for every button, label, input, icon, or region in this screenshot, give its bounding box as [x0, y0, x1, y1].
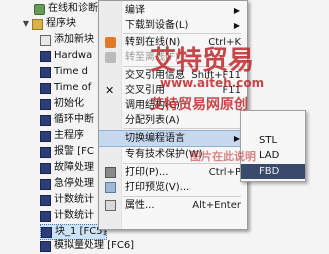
go-online-icon — [105, 37, 116, 48]
watermark-original: 艾特贸易网原创 — [150, 97, 248, 113]
menu-item-assignment-list[interactable]: 分配列表(A) — [99, 113, 247, 128]
block-icon — [40, 82, 51, 94]
tree-item-label: 计数统计 — [54, 194, 94, 205]
tree-item-block[interactable]: Time d — [40, 65, 88, 79]
tree-item-label: Time d — [54, 66, 88, 77]
tree-item-label: 模拟量处理 [FC6] — [54, 240, 135, 251]
tree-item-block[interactable]: 计数统计 — [40, 193, 94, 207]
menu-item-print-preview[interactable]: 打印预览(V)... — [99, 180, 247, 195]
cross-reference-icon: ✕ — [105, 84, 115, 97]
menu-item-label: 属性... — [125, 200, 155, 211]
tree-item-block[interactable]: 循环中断 — [40, 113, 94, 127]
block-icon — [40, 50, 51, 62]
go-offline-icon — [105, 52, 116, 63]
block-icon — [40, 210, 51, 222]
block-icon — [40, 146, 51, 158]
tree-item-label: 添加新块 — [54, 34, 94, 45]
menu-item-shortcut: Alt+Enter — [192, 200, 241, 211]
menu-item-label: 切换编程语言 — [125, 133, 185, 144]
tree-folder-label: 程序块 — [46, 18, 76, 29]
folder-icon — [32, 18, 43, 30]
menu-item-label: 分配列表(A) — [125, 115, 180, 126]
tree-item-label: 故障处理 — [54, 162, 94, 173]
tree-item-label: 在线和诊断 — [48, 3, 98, 14]
submenu-item-stl[interactable]: STL — [241, 133, 305, 148]
block-icon — [40, 98, 51, 110]
menu-separator — [123, 128, 241, 129]
tree-item-block[interactable]: 初始化 — [40, 97, 84, 111]
submenu-arrow-icon: ▶ — [233, 6, 240, 15]
menu-item-download[interactable]: 下载到设备(L) ▶ — [99, 18, 247, 33]
block-icon — [40, 178, 51, 190]
block-icon — [41, 226, 52, 238]
watermark-note: 图片在此说明 — [190, 150, 256, 163]
tree-item-label: 报警 [FC — [54, 146, 94, 157]
tree-item-block[interactable]: 故障处理 — [40, 161, 94, 175]
block-icon — [40, 66, 51, 78]
menu-item-print[interactable]: 打印(P)... Ctrl+P — [99, 165, 247, 180]
tree-item-add-block[interactable]: 添加新块 — [40, 33, 94, 47]
add-new-block-icon — [40, 34, 51, 46]
tree-item-label: 初始化 — [54, 98, 84, 109]
tree-item-block[interactable]: Time of — [40, 81, 91, 95]
block-icon — [40, 240, 51, 252]
tree-item-online-diagnostics[interactable]: 在线和诊断 — [34, 2, 98, 16]
menu-item-switch-language[interactable]: 切换编程语言 ▶ — [99, 130, 247, 147]
menu-item-shortcut: Ctrl+P — [208, 167, 241, 178]
block-icon — [40, 114, 51, 126]
tree-item-label: 循环中断 — [54, 114, 94, 125]
print-preview-icon — [105, 182, 116, 193]
block-icon — [40, 194, 51, 206]
context-menu: 编译 ▶ 下载到设备(L) ▶ 转到在线(N) Ctrl+K 转至离线(F) 交… — [98, 0, 248, 230]
menu-item-label: 下载到设备(L) — [125, 20, 189, 31]
menu-item-compile[interactable]: 编译 ▶ — [99, 3, 247, 18]
submenu-item-label: STL — [259, 135, 278, 146]
print-icon — [105, 167, 116, 178]
watermark-title: 艾特贸易 — [150, 46, 255, 76]
menu-separator — [123, 196, 241, 197]
tree-item-label: Time of — [54, 82, 92, 93]
menu-item-properties[interactable]: 属性... Alt+Enter — [99, 198, 247, 213]
watermark-url: www.aiteh.com — [160, 76, 265, 90]
menu-item-label: 打印(P)... — [125, 167, 169, 178]
online-diagnostics-icon — [34, 3, 45, 15]
tree-item-block[interactable]: 主程序 — [40, 129, 84, 143]
tree-item-label: 急停处理 — [54, 178, 94, 189]
menu-item-label: 打印预览(V)... — [125, 182, 190, 193]
tree-item-block[interactable]: 模拟量处理 [FC6] — [40, 239, 134, 253]
language-submenu: STL LAD FBD — [240, 110, 306, 182]
block-icon — [40, 130, 51, 142]
menu-separator — [123, 33, 241, 34]
submenu-item-label: FBD — [259, 166, 280, 177]
tree-item-block[interactable]: 急停处理 — [40, 177, 94, 191]
tree-item-label: 计数统计 — [54, 210, 94, 221]
tree-item-block[interactable]: 计数统计 — [40, 209, 94, 223]
block-icon — [40, 162, 51, 174]
tree-item-label: 主程序 — [54, 130, 84, 141]
tree-item-label: Hardwa — [54, 50, 93, 61]
menu-item-label: 编译 — [125, 5, 145, 16]
tree-item-block[interactable]: 报警 [FC — [40, 145, 94, 159]
tree-item-block[interactable]: Hardwa — [40, 49, 92, 63]
submenu-arrow-icon: ▶ — [233, 21, 240, 30]
tree-folder-program-blocks[interactable]: ▼ 程序块 — [22, 17, 76, 31]
submenu-item-fbd[interactable]: FBD — [241, 164, 305, 179]
properties-icon — [105, 200, 116, 211]
submenu-item-label: LAD — [259, 150, 280, 161]
collapse-arrow-icon[interactable]: ▼ — [22, 17, 30, 31]
